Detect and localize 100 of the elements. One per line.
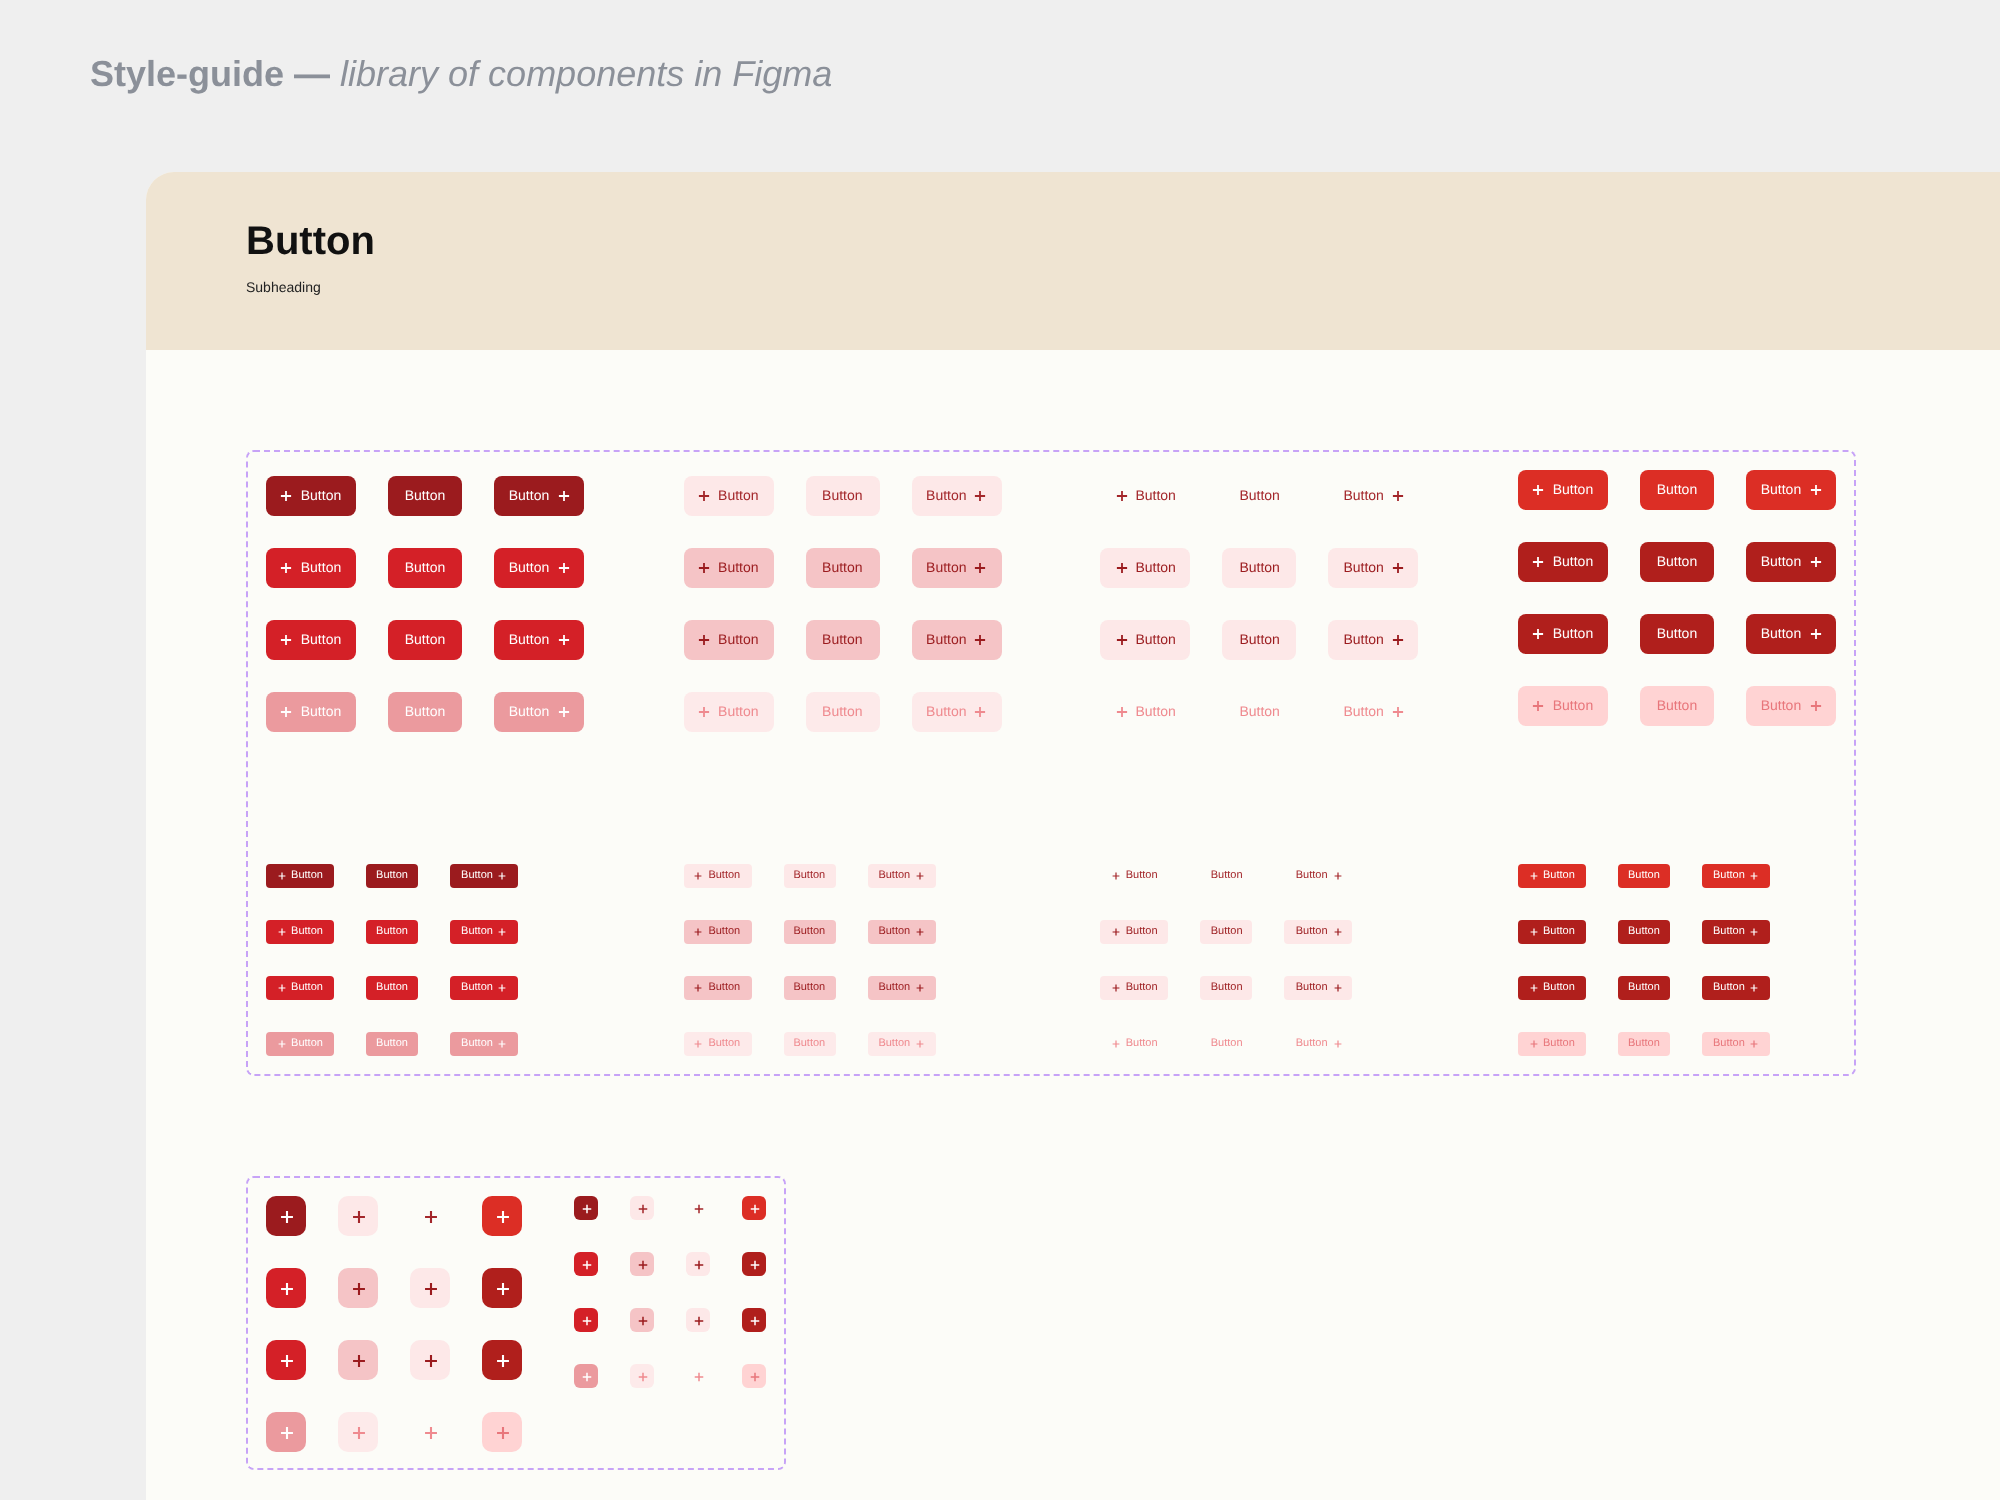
- plus-icon: [557, 706, 570, 718]
- plus-button[interactable]: [742, 1308, 766, 1332]
- plus-icon: [1532, 628, 1545, 640]
- plus-icon: [693, 1203, 703, 1213]
- plus-button[interactable]: [423, 1209, 437, 1223]
- plus-icon: [694, 984, 703, 992]
- plus-icon: [351, 1425, 365, 1439]
- plus-icon: [495, 1209, 509, 1223]
- plus-button[interactable]: [410, 1268, 450, 1308]
- plus-icon: [351, 1353, 365, 1367]
- plus-button[interactable]: [574, 1196, 598, 1220]
- plus-button[interactable]: [482, 1196, 522, 1236]
- plus-icon: [749, 1203, 759, 1213]
- plus-icon: [694, 928, 703, 936]
- plus-icon: [1115, 490, 1128, 502]
- plus-button[interactable]: [630, 1196, 654, 1220]
- plus-icon: [557, 634, 570, 646]
- plus-icon: [498, 984, 507, 992]
- plus-icon: [916, 928, 925, 936]
- plus-button[interactable]: [742, 1196, 766, 1220]
- plus-icon: [498, 928, 507, 936]
- plus-icon: [637, 1259, 647, 1269]
- plus-icon: [693, 1371, 703, 1381]
- plus-button[interactable]: [574, 1252, 598, 1276]
- plus-icon: [1809, 484, 1822, 496]
- plus-icon: [423, 1281, 437, 1295]
- plus-icon: [1532, 484, 1545, 496]
- plus-icon: [974, 490, 987, 502]
- plus-icon: [693, 1315, 703, 1325]
- plus-icon: [1115, 706, 1128, 718]
- plus-icon: [423, 1209, 437, 1223]
- page-caption: Style-guide — library of components in Figma: [90, 52, 833, 96]
- plus-icon: [698, 634, 711, 646]
- plus-button[interactable]: [410, 1340, 450, 1380]
- plus-icon: [581, 1259, 591, 1269]
- plus-button[interactable]: [266, 1268, 306, 1308]
- plus-icon: [974, 706, 987, 718]
- plus-icon: [1750, 872, 1759, 880]
- plus-button[interactable]: [338, 1196, 378, 1236]
- plus-icon: [749, 1371, 759, 1381]
- plus-icon: [1391, 490, 1404, 502]
- plus-icon: [698, 490, 711, 502]
- plus-icon: [1529, 984, 1538, 992]
- plus-icon: [1333, 1040, 1342, 1048]
- plus-icon: [280, 490, 293, 502]
- plus-icon: [637, 1203, 647, 1213]
- plus-icon: [495, 1353, 509, 1367]
- plus-icon: [637, 1371, 647, 1381]
- plus-icon: [916, 1040, 925, 1048]
- plus-button[interactable]: [686, 1308, 710, 1332]
- plus-icon: [581, 1203, 591, 1213]
- plus-icon: [637, 1315, 647, 1325]
- plus-icon: [557, 562, 570, 574]
- plus-icon: [1750, 928, 1759, 936]
- plus-icon: [280, 562, 293, 574]
- plus-icon: [1529, 1040, 1538, 1048]
- plus-button[interactable]: [338, 1340, 378, 1380]
- plus-button[interactable]: [266, 1196, 306, 1236]
- plus-button[interactable]: [266, 1340, 306, 1380]
- plus-icon: [1809, 700, 1822, 712]
- plus-icon: [1809, 556, 1822, 568]
- plus-icon: [1391, 634, 1404, 646]
- plus-button[interactable]: [742, 1252, 766, 1276]
- plus-icon: [1333, 872, 1342, 880]
- plus-button[interactable]: [686, 1252, 710, 1276]
- plus-icon: [1391, 706, 1404, 718]
- plus-button[interactable]: [693, 1203, 703, 1213]
- plus-icon: [277, 928, 286, 936]
- plus-icon: [1111, 928, 1120, 936]
- plus-icon: [974, 634, 987, 646]
- plus-icon: [1111, 1040, 1120, 1048]
- plus-icon: [351, 1281, 365, 1295]
- plus-icon: [1529, 928, 1538, 936]
- plus-icon: [581, 1315, 591, 1325]
- plus-icon: [1111, 872, 1120, 880]
- plus-icon: [698, 706, 711, 718]
- plus-icon: [495, 1425, 509, 1439]
- plus-icon: [916, 984, 925, 992]
- plus-icon: [1750, 1040, 1759, 1048]
- plus-icon: [1391, 562, 1404, 574]
- plus-button[interactable]: [630, 1252, 654, 1276]
- plus-button[interactable]: [574, 1308, 598, 1332]
- plus-button[interactable]: [482, 1340, 522, 1380]
- plus-icon: [1529, 872, 1538, 880]
- plus-button[interactable]: [482, 1268, 522, 1308]
- plus-icon: [277, 1040, 286, 1048]
- section-title: Button: [246, 218, 375, 266]
- plus-icon: [1111, 984, 1120, 992]
- plus-icon: [1333, 928, 1342, 936]
- plus-icon: [1115, 634, 1128, 646]
- plus-icon: [498, 872, 507, 880]
- plus-icon: [1750, 984, 1759, 992]
- plus-icon: [1532, 700, 1545, 712]
- plus-icon: [581, 1371, 591, 1381]
- plus-icon: [1809, 628, 1822, 640]
- plus-icon: [1115, 562, 1128, 574]
- plus-button[interactable]: [338, 1268, 378, 1308]
- plus-button[interactable]: [630, 1308, 654, 1332]
- plus-icon: [974, 562, 987, 574]
- plus-icon: [694, 872, 703, 880]
